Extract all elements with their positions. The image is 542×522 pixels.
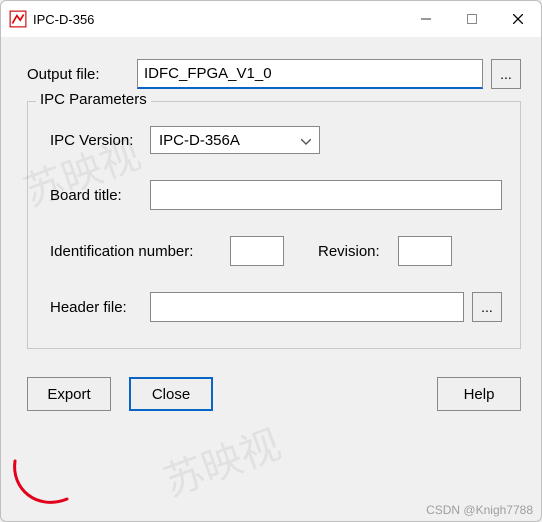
ipc-version-row: IPC Version: IPC-D-356A bbox=[50, 126, 502, 154]
board-title-row: Board title: bbox=[50, 180, 502, 210]
export-button[interactable]: Export bbox=[27, 377, 111, 411]
output-file-input[interactable] bbox=[137, 59, 483, 89]
identification-number-label: Identification number: bbox=[50, 243, 230, 260]
client-area: Output file: ... IPC Parameters IPC Vers… bbox=[1, 37, 541, 429]
ipc-parameters-group: IPC Parameters IPC Version: IPC-D-356A B… bbox=[27, 101, 521, 349]
output-file-row: Output file: ... bbox=[27, 59, 521, 89]
annotation-arrow-icon bbox=[7, 459, 87, 519]
ipc-version-select[interactable]: IPC-D-356A bbox=[150, 126, 320, 154]
titlebar: IPC-D-356 bbox=[1, 1, 541, 37]
close-dialog-button[interactable]: Close bbox=[129, 377, 213, 411]
revision-input[interactable] bbox=[398, 236, 452, 266]
header-file-label: Header file: bbox=[50, 299, 150, 316]
maximize-button[interactable] bbox=[449, 1, 495, 37]
group-title: IPC Parameters bbox=[36, 91, 151, 108]
ident-revision-row: Identification number: Revision: bbox=[50, 236, 502, 266]
button-row: Export Close Help bbox=[27, 377, 521, 411]
header-file-browse-button[interactable]: ... bbox=[472, 292, 502, 322]
ipc-version-value: IPC-D-356A bbox=[159, 132, 240, 149]
close-button[interactable] bbox=[495, 1, 541, 37]
window-title: IPC-D-356 bbox=[33, 12, 403, 27]
dialog-window: IPC-D-356 Output file: ... IPC Parameter… bbox=[0, 0, 542, 522]
board-title-label: Board title: bbox=[50, 187, 150, 204]
output-file-browse-button[interactable]: ... bbox=[491, 59, 521, 89]
help-button[interactable]: Help bbox=[437, 377, 521, 411]
header-file-row: Header file: ... bbox=[50, 292, 502, 322]
app-icon bbox=[9, 10, 27, 28]
window-controls bbox=[403, 1, 541, 37]
header-file-input[interactable] bbox=[150, 292, 464, 322]
board-title-input[interactable] bbox=[150, 180, 502, 210]
ipc-version-label: IPC Version: bbox=[50, 132, 150, 149]
chevron-down-icon bbox=[301, 132, 311, 149]
output-file-label: Output file: bbox=[27, 66, 137, 83]
revision-label: Revision: bbox=[318, 243, 398, 260]
identification-number-input[interactable] bbox=[230, 236, 284, 266]
minimize-button[interactable] bbox=[403, 1, 449, 37]
credit-text: CSDN @Knigh7788 bbox=[426, 503, 533, 517]
